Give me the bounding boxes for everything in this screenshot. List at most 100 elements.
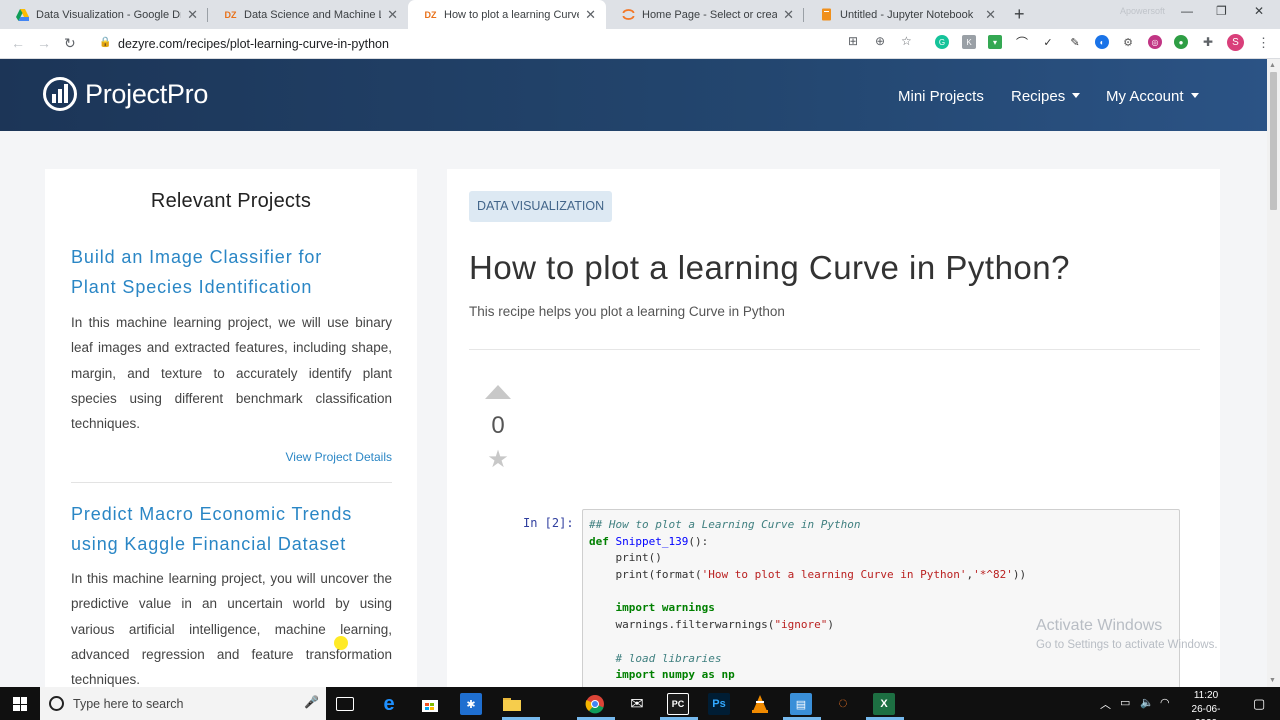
project-description: In this machine learning project, we wil… xyxy=(71,315,392,432)
brand-name: ProjectPro xyxy=(85,78,209,109)
vscode-icon[interactable]: ✱ xyxy=(460,693,482,715)
extension-icon[interactable]: ● xyxy=(1174,35,1188,49)
minimize-icon[interactable]: — xyxy=(1181,4,1193,18)
upvote-arrow-icon[interactable] xyxy=(485,385,511,399)
recipe-title: How to plot a learning Curve in Python? xyxy=(469,249,1070,286)
battery-icon[interactable]: ▭ xyxy=(1120,696,1130,709)
chrome-icon[interactable] xyxy=(584,693,606,715)
extension-icon[interactable]: ✎ xyxy=(1068,35,1082,49)
task-view-icon[interactable] xyxy=(336,697,354,711)
store-icon[interactable] xyxy=(419,693,441,715)
category-badge[interactable]: DATA VISUALIZATION xyxy=(469,191,613,222)
taskbar-clock[interactable]: 11:20 26-06-2020 xyxy=(1184,689,1228,720)
new-tab-icon[interactable]: + xyxy=(1014,4,1025,25)
relevant-projects-heading: Relevant Projects xyxy=(150,190,312,212)
vote-count: 0 xyxy=(491,412,505,439)
browser-tab-active[interactable]: DZ How to plot a learning Curve in P ✕ xyxy=(408,0,606,29)
cursor-highlight xyxy=(334,636,348,650)
recipe-panel: DATA VISUALIZATION How to plot a learnin… xyxy=(447,169,1220,689)
scroll-up-arrow-icon[interactable]: ▲ xyxy=(1269,62,1276,69)
translate-icon[interactable]: ⊞ xyxy=(848,34,858,48)
notification-icon[interactable]: ▢ xyxy=(1253,696,1265,712)
dz-icon: DZ xyxy=(224,9,237,20)
close-tab-icon[interactable]: ✕ xyxy=(387,7,398,23)
mail-icon[interactable]: ✉ xyxy=(626,693,648,715)
checkmark-extension-icon[interactable]: ✓ xyxy=(1041,35,1055,49)
forward-icon[interactable]: → xyxy=(37,35,51,51)
profile-avatar[interactable]: S xyxy=(1227,34,1244,51)
tray-chevron-up-icon[interactable]: ︿ xyxy=(1100,696,1111,712)
bookmark-star-icon[interactable]: ☆ xyxy=(901,34,912,48)
star-icon[interactable]: ★ xyxy=(485,445,511,474)
project-title-link[interactable]: Build an Image Classifier for Plant Spec… xyxy=(71,242,371,302)
page-scrollbar[interactable]: ▲ ▼ xyxy=(1267,59,1280,687)
grammarly-extension-icon[interactable]: G xyxy=(935,35,949,49)
windows-start-icon[interactable] xyxy=(13,697,27,711)
code-line: print(format('How to plot a learning Cur… xyxy=(589,568,1027,582)
extension-icon[interactable]: ◎ xyxy=(1148,35,1162,49)
close-tab-icon[interactable]: ✕ xyxy=(985,7,996,23)
code-line: # load libraries xyxy=(589,651,722,665)
watermark-line: Activate Windows xyxy=(1036,617,1163,634)
nav-my-account-dropdown[interactable]: My Account xyxy=(1106,88,1199,105)
code-cell[interactable]: ## How to plot a Learning Curve in Pytho… xyxy=(582,509,1180,689)
browser-tab[interactable]: Home Page - Select or create a n ✕ xyxy=(606,0,804,29)
menu-kebab-icon[interactable]: ⋮ xyxy=(1257,35,1270,51)
scroll-down-arrow-icon[interactable]: ▼ xyxy=(1269,677,1276,684)
browser-tab-strip: Data Visualization - Google Drive ✕ DZ D… xyxy=(0,0,1280,29)
back-icon[interactable]: ← xyxy=(11,35,25,51)
nav-label: Recipes xyxy=(1011,88,1066,105)
clock-date: 26-06-2020 xyxy=(1191,704,1221,720)
logo-bar-chart-icon xyxy=(43,77,77,111)
view-project-details-link[interactable]: View Project Details xyxy=(286,450,393,464)
app-icon[interactable]: ▤ xyxy=(790,693,812,715)
extension-icon[interactable]: ▾ xyxy=(988,35,1002,49)
extension-icon[interactable]: K xyxy=(962,35,976,49)
nav-label: Mini Projects xyxy=(898,88,984,105)
restore-icon[interactable]: ❐ xyxy=(1216,4,1227,18)
lock-icon: 🔒 xyxy=(99,37,112,48)
photoshop-icon[interactable]: Ps xyxy=(708,693,730,715)
browser-tab[interactable]: Untitled - Jupyter Notebook ✕ xyxy=(804,0,1006,29)
extension-icon[interactable]: ⚙ xyxy=(1121,35,1135,49)
browser-tab[interactable]: DZ Data Science and Machine Learni ✕ xyxy=(208,0,408,29)
taskbar-search-box[interactable]: Type here to search 🎤 xyxy=(40,687,326,720)
tab-title: Untitled - Jupyter Notebook xyxy=(840,8,974,21)
volume-icon[interactable]: 🔈 xyxy=(1140,696,1154,709)
address-bar[interactable]: 🔒 dezyre.com/recipes/plot-learning-curve… xyxy=(92,33,922,55)
url-text: dezyre.com/recipes/plot-learning-curve-i… xyxy=(118,37,389,51)
extension-icon[interactable]: ⌒ xyxy=(1015,35,1029,50)
puzzle-extensions-icon[interactable]: ✚ xyxy=(1201,35,1215,49)
close-tab-icon[interactable]: ✕ xyxy=(783,7,794,23)
extension-icon[interactable]: ◐ xyxy=(1095,35,1109,49)
wifi-icon[interactable]: ◠ xyxy=(1160,696,1170,709)
project-title-link[interactable]: Predict Macro Economic Trends using Kagg… xyxy=(71,499,371,559)
activate-windows-watermark: Activate Windows Go to Settings to activ… xyxy=(1036,617,1218,651)
zoom-icon[interactable]: ⊕ xyxy=(875,34,885,48)
project-description: In this machine learning project, you wi… xyxy=(71,571,392,688)
site-header: ProjectPro Mini Projects Recipes My Acco… xyxy=(0,59,1267,131)
windows-taskbar: Type here to search 🎤 e ✱ ✉ PC Ps ▤ ◌ X … xyxy=(0,687,1280,720)
watermark-line: Go to Settings to activate Windows. xyxy=(1036,639,1218,651)
edge-icon[interactable]: e xyxy=(378,693,400,715)
pycharm-icon[interactable]: PC xyxy=(667,693,689,715)
close-window-icon[interactable]: ✕ xyxy=(1254,4,1264,18)
nav-mini-projects[interactable]: Mini Projects xyxy=(898,88,984,105)
vlc-icon[interactable] xyxy=(749,693,771,715)
site-logo[interactable]: ProjectPro xyxy=(43,77,208,111)
nav-recipes-dropdown[interactable]: Recipes xyxy=(1011,88,1081,105)
reload-icon[interactable]: ↻ xyxy=(64,35,76,52)
file-explorer-icon[interactable] xyxy=(501,693,523,715)
close-tab-icon[interactable]: ✕ xyxy=(585,7,596,23)
divider xyxy=(469,349,1200,350)
microphone-icon[interactable]: 🎤 xyxy=(304,695,319,709)
jupyter-icon xyxy=(622,8,635,21)
google-drive-icon xyxy=(16,8,29,21)
close-tab-icon[interactable]: ✕ xyxy=(187,7,198,23)
jupyter-app-icon[interactable]: ◌ xyxy=(832,693,854,715)
recipe-subtitle: This recipe helps you plot a learning Cu… xyxy=(469,304,785,319)
browser-tab[interactable]: Data Visualization - Google Drive ✕ xyxy=(0,0,208,29)
excel-icon[interactable]: X xyxy=(873,693,895,715)
scrollbar-thumb[interactable] xyxy=(1270,72,1277,210)
